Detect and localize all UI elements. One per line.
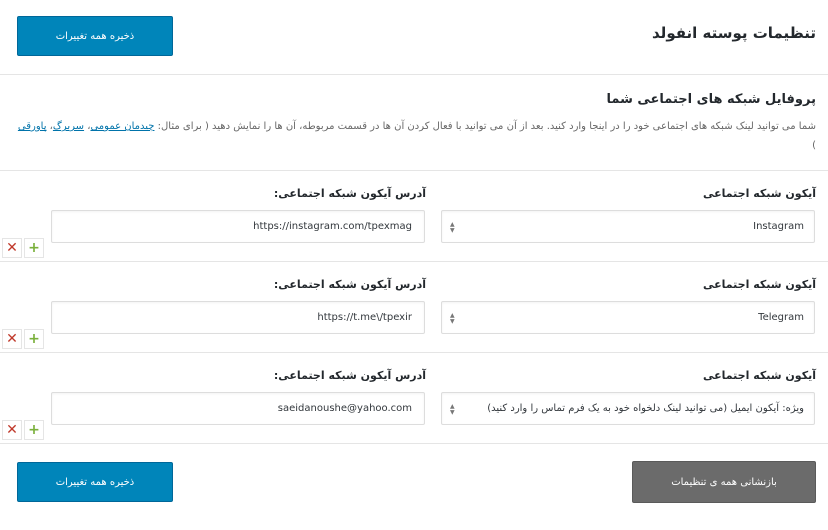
section-description: شما می توانید لینک شبکه های اجتماعی خود …: [17, 121, 816, 151]
input-value: https://instagram.com/tpexmag: [253, 221, 412, 232]
url-label: آدرس آیکون شبکه اجتماعی:: [273, 369, 426, 382]
page-header: ذخیره همه تغییرات تنظیمات پوسته انفولد: [0, 0, 828, 75]
link-header[interactable]: سربرگ: [53, 121, 84, 132]
url-label: آدرس آیکون شبکه اجتماعی:: [273, 278, 426, 291]
social-icon-select[interactable]: Telegram ▲ ▼: [441, 301, 815, 334]
icon-label: آیکون شبکه اجتماعی: [703, 369, 816, 382]
description-text: شما می توانید لینک شبکه های اجتماعی خود …: [157, 121, 816, 132]
section-title: پروفایل شبکه های اجتماعی شما: [606, 92, 816, 107]
social-icon-select[interactable]: ویژه: آیکون ایمیل (می توانید لینک دلخواه…: [441, 392, 815, 425]
icon-label: آیکون شبکه اجتماعی: [703, 187, 816, 200]
select-arrow-icon: ▲ ▼: [450, 403, 455, 416]
link-footer[interactable]: پاورقی: [18, 121, 47, 132]
selected-value: ویژه: آیکون ایمیل (می توانید لینک دلخواه…: [487, 403, 804, 414]
social-url-input[interactable]: https://t.me\/tpexir: [51, 301, 425, 334]
select-arrow-icon: ▲ ▼: [450, 221, 455, 234]
remove-row-icon[interactable]: ✕: [2, 420, 22, 440]
social-row: آیکون شبکه اجتماعی آدرس آیکون شبکه اجتما…: [0, 352, 828, 444]
page-title: تنظیمات پوسته انفولد: [652, 24, 816, 42]
input-value: https://t.me\/tpexir: [317, 312, 412, 323]
icon-label: آیکون شبکه اجتماعی: [703, 278, 816, 291]
social-url-input[interactable]: saeidanoushe@yahoo.com: [51, 392, 425, 425]
save-all-button-bottom[interactable]: ذخیره همه تغییرات: [17, 462, 173, 502]
description-end: ): [812, 140, 816, 151]
select-arrow-icon: ▲ ▼: [450, 312, 455, 325]
add-row-icon[interactable]: +: [24, 329, 44, 349]
add-row-icon[interactable]: +: [24, 238, 44, 258]
url-label: آدرس آیکون شبکه اجتماعی:: [273, 187, 426, 200]
social-url-input[interactable]: https://instagram.com/tpexmag: [51, 210, 425, 243]
link-general-layout[interactable]: چیدمان عمومی: [90, 121, 154, 132]
selected-value: Telegram: [758, 312, 804, 323]
save-all-button-top[interactable]: ذخیره همه تغییرات: [17, 16, 173, 56]
input-value: saeidanoushe@yahoo.com: [277, 403, 412, 414]
social-row: آیکون شبکه اجتماعی آدرس آیکون شبکه اجتما…: [0, 261, 828, 352]
reset-all-button[interactable]: بازنشانی همه ی تنظیمات: [632, 461, 816, 503]
social-row: آیکون شبکه اجتماعی آدرس آیکون شبکه اجتما…: [0, 170, 828, 261]
add-row-icon[interactable]: +: [24, 420, 44, 440]
remove-row-icon[interactable]: ✕: [2, 238, 22, 258]
social-icon-select[interactable]: Instagram ▲ ▼: [441, 210, 815, 243]
selected-value: Instagram: [753, 221, 804, 232]
remove-row-icon[interactable]: ✕: [2, 329, 22, 349]
